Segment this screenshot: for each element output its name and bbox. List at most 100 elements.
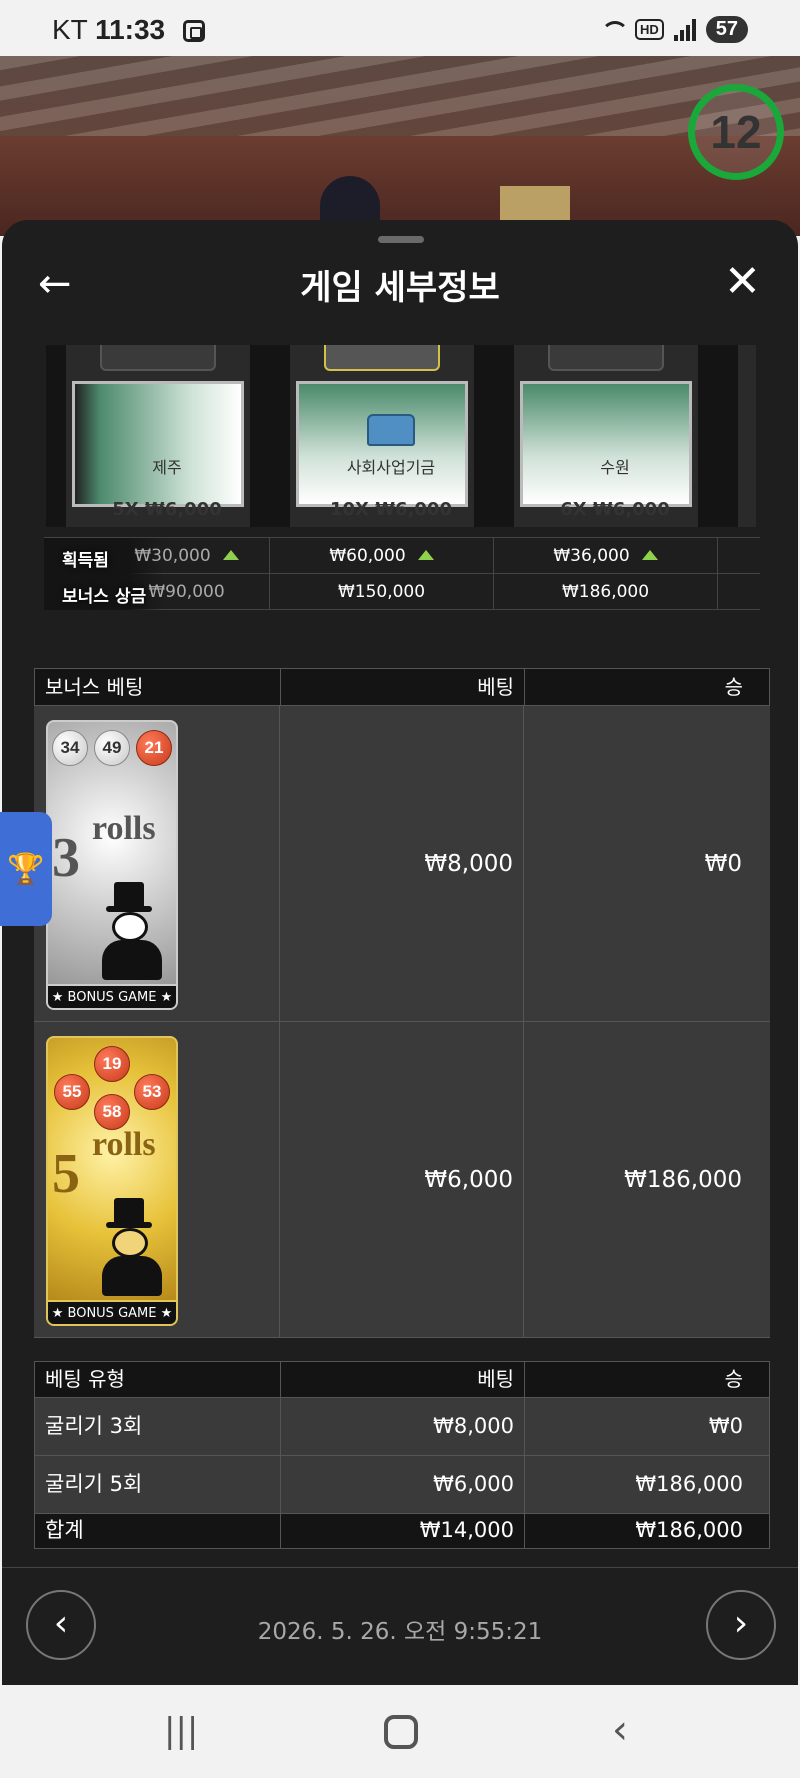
card-multiplier: 6X ₩6,000 [560,499,670,520]
chest-icon [367,414,415,446]
bonus-3-rolls-card: 34 49 21 3 rolls ★ BONUS GAME ★ [46,720,178,1010]
up-arrow-icon [417,550,434,560]
mascot-icon [90,882,172,980]
ball: 19 [94,1046,130,1082]
game-details-sheet: ← 게임 세부정보 ✕ 제주 5X ₩6,000 사회사업기금 10X ₩6,0… [2,220,798,1685]
won-row: 획득됨 ₩30,000 ₩60,000 ₩36,000 [44,538,760,574]
round-navigation: ‹ 2026. 5. 26. 오전 9:55:21 › [2,1567,798,1685]
sheet-title: 게임 세부정보 [300,268,500,308]
hd-icon: HD [634,19,664,40]
status-bar: KT 11:33 HD 57 [0,0,800,56]
wifi-icon [599,19,629,41]
bet-cell: ₩6,000 [281,1456,525,1513]
table-header: 베팅 유형 베팅 승 [35,1362,769,1398]
battery-indicator: 57 [705,16,748,43]
table-row: 굴리기 5회 ₩6,000 ₩186,000 [35,1456,769,1514]
won-cell: ₩60,000 [270,538,494,574]
table-row: 34 49 21 3 rolls ★ BONUS GAME ★ ₩8,000 ₩… [34,706,770,1022]
dice-icon [548,345,664,371]
bet-type-cell: 굴리기 3회 [35,1398,281,1455]
dice-icon [100,345,216,371]
result-card: 제주 5X ₩6,000 [66,345,250,527]
bonus-prize-cell: ₩150,000 [270,574,494,610]
card-name: 수원 [600,458,630,477]
bet-type-cell: 굴리기 5회 [35,1456,281,1513]
ball: 58 [94,1094,130,1130]
win-cell: ₩186,000 [635,1472,743,1496]
won-cell: ₩36,000 [494,538,718,574]
leaderboard-tab[interactable]: 🏆 [0,812,52,926]
total-label: 합계 [35,1514,281,1548]
win-cell: ₩0 [704,850,742,877]
table-row: 굴리기 3회 ₩8,000 ₩0 [35,1398,769,1456]
clock: 11:33 [95,14,166,45]
table-row: 19 55 53 58 5 rolls ★ BONUS GAME ★ ₩6,00… [34,1022,770,1338]
result-card: 수원 6X ₩6,000 [514,345,698,527]
table-header: 보너스 베팅 베팅 승 [34,668,770,706]
bonus-prize-label: 보너스 상금 [62,587,147,607]
header-bet: 베팅 [281,669,525,705]
screenshot-icon [182,20,205,42]
bonus-game-label: ★ BONUS GAME ★ [48,984,176,1008]
total-bet: ₩14,000 [281,1514,525,1548]
header-win: 승 [724,675,743,699]
home-icon[interactable] [384,1715,418,1749]
next-round-button[interactable]: › [706,1590,776,1660]
winnings-summary: 획득됨 ₩30,000 ₩60,000 ₩36,000 보너스 상금 ₩90,0… [44,537,760,610]
bet-cell: ₩8,000 [281,1398,525,1455]
ball: 55 [54,1074,90,1110]
rolls-count: 5 [52,1143,80,1205]
mascot-icon [90,1198,172,1296]
close-icon: ✕ [724,256,761,307]
sheet-drag-handle[interactable] [378,236,424,243]
video-ceiling [0,56,800,136]
rolls-text: rolls [92,810,156,847]
recent-apps-icon[interactable]: ||| [164,1711,198,1751]
carrier: KT [52,14,88,45]
rolls-text: rolls [92,1126,156,1163]
live-video [0,56,800,236]
system-navigation-bar: ||| ‹ [0,1685,800,1778]
header-bonus-bet: 보너스 베팅 [35,669,281,705]
total-win: ₩186,000 [635,1518,743,1542]
status-left: KT 11:33 [52,14,205,46]
chevron-right-icon: › [733,1603,749,1644]
bet-cell: ₩6,000 [280,1022,524,1337]
close-button[interactable]: ✕ [724,260,764,304]
bonus-prize-row: 보너스 상금 ₩90,000 ₩150,000 ₩186,000 [44,574,760,610]
up-arrow-icon [641,550,658,560]
ball: 49 [94,730,130,766]
rolls-count: 3 [52,827,80,889]
card-face: 수원 6X ₩6,000 [520,381,692,520]
card-face: 제주 5X ₩6,000 [72,381,244,520]
card-name: 사회사업기금 [346,458,436,477]
round-timer-value: 12 [710,106,762,158]
round-datetime: 2026. 5. 26. 오전 9:55:21 [257,1619,543,1645]
bonus-prize-cell: ₩186,000 [494,574,718,610]
bonus-bets-table: 보너스 베팅 베팅 승 34 49 21 3 rolls ★ BONUS GAM… [34,668,770,1338]
signal-icon [673,18,696,41]
card-name: 제주 [152,458,182,477]
round-timer: 12 [688,84,784,180]
trophy-icon: 🏆 [7,851,45,887]
win-cell: ₩186,000 [624,1166,742,1193]
header-bet-type: 베팅 유형 [35,1362,281,1397]
result-card: 사회사업기금 10X ₩6,000 [290,345,474,527]
up-arrow-icon [222,550,239,560]
card-multiplier: 5X ₩6,000 [112,499,222,520]
ball: 21 [136,730,172,766]
win-cell: ₩0 [708,1414,743,1438]
won-label: 획득됨 [62,551,109,571]
card-face: 사회사업기금 10X ₩6,000 [296,381,468,520]
card-multiplier: 10X ₩6,000 [330,499,452,520]
bet-type-table: 베팅 유형 베팅 승 굴리기 3회 ₩8,000 ₩0 굴리기 5회 ₩6,00… [34,1361,770,1549]
total-row: 합계 ₩14,000 ₩186,000 [35,1514,769,1548]
result-cards-strip[interactable]: 제주 5X ₩6,000 사회사업기금 10X ₩6,000 수원 6X ₩6,… [46,345,756,527]
ball: 53 [134,1074,170,1110]
system-back-icon[interactable]: ‹ [612,1707,628,1753]
status-right: HD 57 [599,16,748,43]
ball: 34 [52,730,88,766]
bonus-5-rolls-card: 19 55 53 58 5 rolls ★ BONUS GAME ★ [46,1036,178,1326]
header-bet: 베팅 [281,1362,525,1397]
result-card-partial [738,345,756,527]
